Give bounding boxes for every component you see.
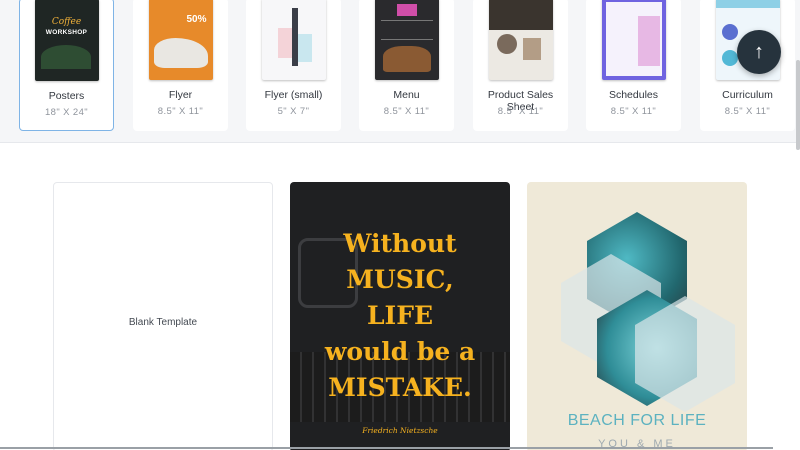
category-size: 8.5" X 11" <box>497 106 544 117</box>
menu-thumbnail <box>374 0 439 80</box>
category-card-schedules[interactable]: Schedules 8.5" X 11" <box>586 0 681 131</box>
category-size: 8.5" X 11" <box>383 106 430 117</box>
category-card-flyer[interactable]: 50% Flyer 8.5" X 11" <box>133 0 228 131</box>
template-category-strip: Coffee WORKSHOP Posters 18" X 24" 50% Fl… <box>0 0 800 143</box>
quote-text: Without MUSIC, LIFE would be a MISTAKE. <box>324 229 476 402</box>
scroll-to-top-button[interactable]: ↑ <box>737 30 781 74</box>
category-name: Curriculum <box>722 89 773 101</box>
arrow-up-icon: ↑ <box>754 40 764 63</box>
category-name: Flyer (small) <box>264 89 323 101</box>
category-card-posters[interactable]: Coffee WORKSHOP Posters 18" X 24" <box>19 0 114 131</box>
flyer-thumbnail: 50% <box>148 0 213 80</box>
template-card-music-quote[interactable]: Without MUSIC, LIFE would be a MISTAKE. … <box>290 182 510 450</box>
beach-title: BEACH FOR LIFE <box>567 412 707 429</box>
category-card-menu[interactable]: Menu 8.5" X 11" <box>359 0 454 131</box>
category-size: 8.5" X 11" <box>724 106 771 117</box>
category-size: 8.5" X 11" <box>610 106 657 117</box>
category-name: Posters <box>48 90 85 102</box>
category-size: 18" X 24" <box>44 107 89 118</box>
category-card-flyer-small[interactable]: Flyer (small) 5" X 7" <box>246 0 341 131</box>
category-size: 5" X 7" <box>277 106 310 117</box>
horizontal-scrollbar[interactable] <box>0 447 773 449</box>
category-name: Flyer <box>168 89 193 101</box>
quote-author: Friedrich Nietzsche <box>362 426 438 435</box>
flyer-small-thumbnail <box>261 0 326 80</box>
template-card-blank[interactable]: Blank Template <box>53 182 273 450</box>
blank-template-label: Blank Template <box>128 317 198 328</box>
category-size: 8.5" X 11" <box>157 106 204 117</box>
category-card-product-sales-sheet[interactable]: Product Sales Sheet 8.5" X 11" <box>473 0 568 131</box>
template-card-beach[interactable]: BEACH FOR LIFE YOU & ME <box>527 182 747 450</box>
sales-sheet-thumbnail <box>488 0 553 80</box>
category-name: Menu <box>393 89 420 101</box>
posters-thumbnail: Coffee WORKSHOP <box>34 0 99 81</box>
category-name: Schedules <box>608 89 659 101</box>
page-scrollbar[interactable] <box>796 60 800 150</box>
schedules-thumbnail <box>601 0 666 80</box>
